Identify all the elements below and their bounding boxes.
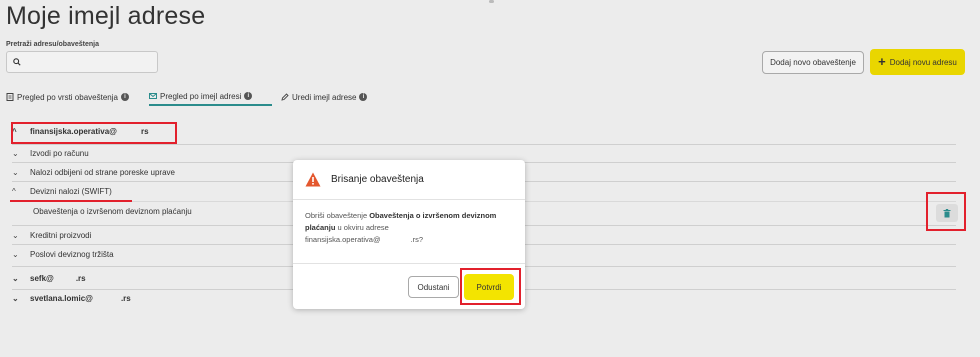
email-row-svetlana[interactable]: ⌄ svetlana.lomic@ .rs (12, 294, 131, 303)
category-row-devizni[interactable]: ^ Devizni nalozi (SWIFT) (12, 187, 112, 196)
chevron-up-icon: ^ (12, 187, 16, 196)
category-row-kreditni[interactable]: ⌄ Kreditni proizvodi (12, 231, 91, 240)
chevron-down-icon: ⌄ (12, 294, 19, 303)
chevron-down-icon: ⌄ (12, 274, 19, 283)
highlight-email-box (11, 122, 177, 144)
document-icon (6, 93, 14, 101)
warning-icon (305, 172, 321, 187)
search-label: Pretraži adresu/obaveštenja (6, 41, 99, 48)
plus-icon: + (878, 54, 886, 69)
chevron-down-icon: ⌄ (12, 250, 19, 259)
page-title: Moje imejl adrese (6, 2, 206, 30)
category-row-izvodi[interactable]: ⌄ Izvodi po računu (12, 149, 89, 158)
tab-label: Uredi imejl adrese (292, 92, 357, 102)
tab-edit-emails[interactable]: Uredi imejl adrese i (281, 88, 373, 106)
email-row-sefk[interactable]: ⌄ sefk@ .rs (12, 274, 86, 283)
add-notification-button[interactable]: Dodaj novo obaveštenje (762, 51, 864, 74)
chevron-down-icon: ⌄ (12, 231, 19, 240)
search-input[interactable] (6, 51, 158, 73)
search-icon (13, 58, 21, 66)
info-icon: i (120, 93, 129, 101)
highlight-underline (10, 200, 132, 202)
chevron-down-icon: ⌄ (12, 168, 19, 177)
category-row-nalozi[interactable]: ⌄ Nalozi odbijeni od strane poreske upra… (12, 168, 175, 177)
tab-by-email[interactable]: Pregled po imejl adresi i (149, 88, 272, 106)
chevron-down-icon: ⌄ (12, 149, 19, 158)
info-icon: i (244, 92, 253, 100)
highlight-delete-box (926, 192, 966, 231)
add-address-label: Dodaj novu adresu (889, 57, 957, 67)
dialog-title: Brisanje obaveštenja (331, 174, 424, 185)
tab-bar: Pregled po vrsti obaveštenja i Pregled p… (6, 88, 966, 108)
tab-label: Pregled po imejl adresi (160, 91, 242, 101)
highlight-confirm-box (460, 268, 521, 305)
add-address-button[interactable]: + Dodaj novu adresu (870, 49, 965, 75)
window-handle (489, 0, 494, 3)
tab-label: Pregled po vrsti obaveštenja (17, 92, 118, 102)
cancel-button[interactable]: Odustani (408, 276, 459, 298)
dialog-message: Obriši obaveštenje Obaveštenja o izvršen… (305, 211, 497, 244)
info-icon: i (359, 93, 368, 101)
edit-icon (281, 93, 289, 101)
notification-row-devizno-placanje[interactable]: Obaveštenja o izvršenom deviznom plaćanj… (33, 207, 192, 216)
page: Moje imejl adrese Pretraži adresu/obaveš… (0, 0, 980, 357)
add-notification-label: Dodaj novo obaveštenje (770, 58, 856, 67)
divider (12, 144, 956, 145)
category-row-poslovi[interactable]: ⌄ Poslovi deviznog tržišta (12, 250, 114, 259)
mail-icon (149, 93, 157, 99)
dialog-footer-divider (293, 263, 525, 264)
tab-by-type[interactable]: Pregled po vrsti obaveštenja i (6, 88, 136, 106)
